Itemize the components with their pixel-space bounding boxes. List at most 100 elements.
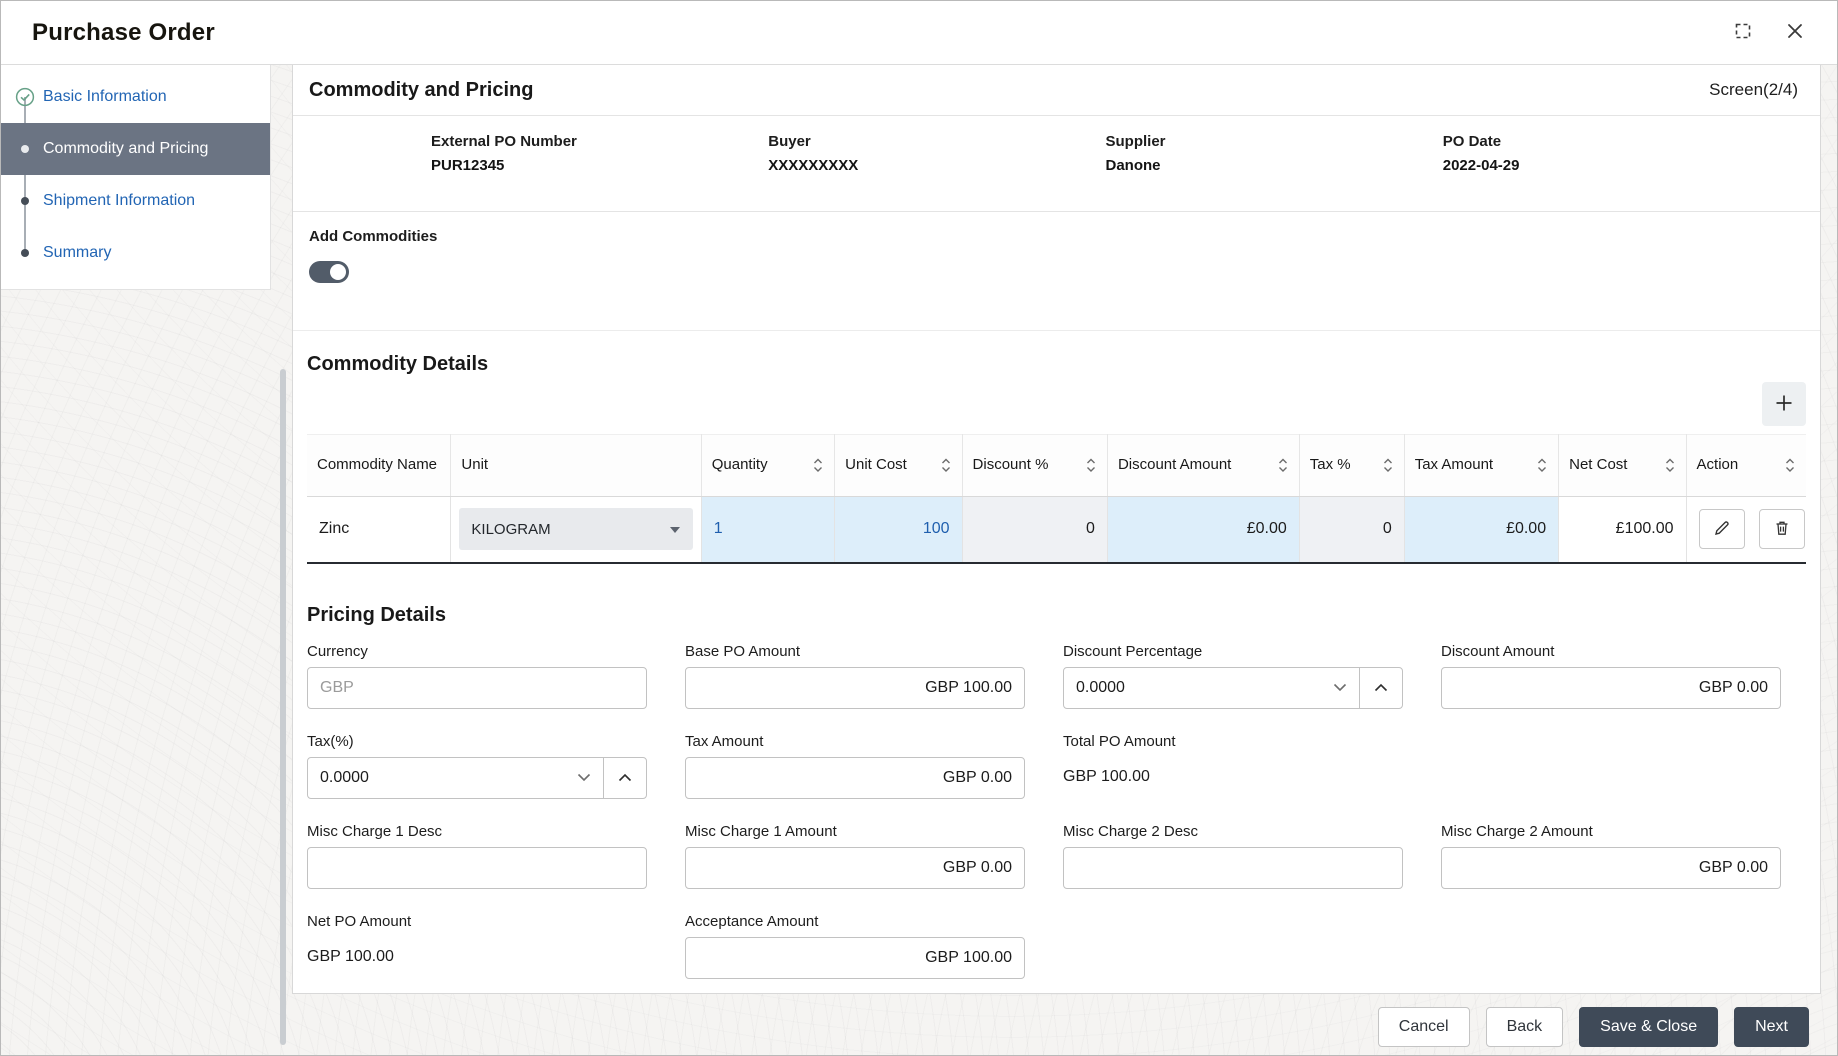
column-header-commodity-name: Commodity Name	[307, 435, 451, 497]
add-commodity-button[interactable]	[1762, 382, 1806, 426]
field-value: Danone	[1106, 157, 1443, 174]
field-label: Misc Charge 2 Amount	[1441, 823, 1781, 840]
misc-charge-2-desc-input[interactable]	[1063, 847, 1403, 889]
sort-icon[interactable]	[940, 456, 952, 475]
tax-pct-combobox[interactable]: 0.0000	[307, 757, 647, 799]
field-value: 2022-04-29	[1443, 157, 1780, 174]
sort-icon[interactable]	[1784, 456, 1796, 475]
toggle-knob	[330, 264, 346, 280]
step-shipment-information[interactable]: Shipment Information	[1, 175, 270, 227]
step-label: Summary	[43, 244, 111, 262]
maximize-icon	[1733, 21, 1753, 44]
column-header-discount-amount[interactable]: Discount Amount	[1107, 435, 1299, 497]
cell-tax-pct[interactable]: 0	[1299, 497, 1404, 563]
field-label: PO Date	[1443, 133, 1780, 150]
currency-input[interactable]	[307, 667, 647, 709]
field-label: Misc Charge 2 Desc	[1063, 823, 1403, 840]
table-toolbar	[307, 382, 1806, 426]
po-summary-field: PO Date 2022-04-29	[1443, 133, 1780, 211]
add-commodities-toggle[interactable]	[309, 261, 349, 283]
net-po-amount-field: Net PO Amount GBP 100.00	[307, 913, 647, 979]
net-po-amount-value: GBP 100.00	[307, 937, 647, 966]
base-po-amount-input[interactable]	[685, 667, 1025, 709]
column-header-tax-pct[interactable]: Tax %	[1299, 435, 1404, 497]
po-summary-field: Supplier Danone	[1106, 133, 1443, 211]
column-header-discount-pct[interactable]: Discount %	[962, 435, 1107, 497]
step-commodity-and-pricing[interactable]: Commodity and Pricing	[1, 123, 270, 175]
pencil-icon	[1713, 519, 1731, 540]
back-button[interactable]: Back	[1486, 1007, 1564, 1047]
column-header-unit-cost[interactable]: Unit Cost	[835, 435, 962, 497]
misc-charge-1-desc-field: Misc Charge 1 Desc	[307, 823, 647, 889]
screen-indicator: Screen(2/4)	[1709, 80, 1798, 100]
base-po-amount-field: Base PO Amount	[685, 643, 1025, 709]
sort-icon[interactable]	[812, 456, 824, 475]
discount-amount-field: Discount Amount	[1441, 643, 1781, 709]
misc-charge-1-amount-field: Misc Charge 1 Amount	[685, 823, 1025, 889]
step-label: Basic Information	[43, 88, 167, 106]
field-label: Currency	[307, 643, 647, 660]
sort-icon[interactable]	[1085, 456, 1097, 475]
next-button[interactable]: Next	[1734, 1007, 1809, 1047]
close-button[interactable]	[1783, 19, 1807, 46]
commodity-details-title: Commodity Details	[307, 353, 1806, 376]
field-label: Base PO Amount	[685, 643, 1025, 660]
misc-charge-1-desc-input[interactable]	[307, 847, 647, 889]
discount-amount-input[interactable]	[1441, 667, 1781, 709]
field-label: Misc Charge 1 Desc	[307, 823, 647, 840]
misc-charge-2-amount-input[interactable]	[1441, 847, 1781, 889]
delete-row-button[interactable]	[1759, 509, 1805, 549]
cell-quantity[interactable]: 1	[701, 497, 834, 563]
chevron-down-icon[interactable]	[577, 773, 591, 782]
column-header-tax-amount[interactable]: Tax Amount	[1404, 435, 1558, 497]
sort-icon[interactable]	[1536, 456, 1548, 475]
total-po-amount-value: GBP 100.00	[1063, 757, 1403, 786]
tax-amount-field: Tax Amount	[685, 733, 1025, 799]
field-label: Total PO Amount	[1063, 733, 1403, 750]
chevron-up-icon[interactable]	[604, 758, 646, 798]
close-icon	[1785, 21, 1805, 44]
sort-icon[interactable]	[1277, 456, 1289, 475]
column-header-action[interactable]: Action	[1686, 435, 1806, 497]
plus-icon	[1773, 392, 1795, 417]
section-header: Commodity and Pricing Screen(2/4)	[293, 65, 1820, 116]
field-label: Tax(%)	[307, 733, 647, 750]
currency-field: Currency	[307, 643, 647, 709]
save-close-button[interactable]: Save & Close	[1579, 1007, 1718, 1047]
column-header-net-cost[interactable]: Net Cost	[1559, 435, 1686, 497]
commodity-table: Commodity Name Unit Quantity Unit Cost	[307, 434, 1806, 564]
sort-icon[interactable]	[1664, 456, 1676, 475]
step-summary[interactable]: Summary	[1, 227, 270, 279]
chevron-up-icon[interactable]	[1360, 668, 1402, 708]
step-label: Commodity and Pricing	[43, 140, 208, 158]
check-circle-icon	[15, 87, 35, 107]
po-summary-field: External PO Number PUR12345	[431, 133, 768, 211]
column-header-quantity[interactable]: Quantity	[701, 435, 834, 497]
step-dot-icon	[21, 145, 29, 153]
tax-amount-input[interactable]	[685, 757, 1025, 799]
step-dot-icon	[21, 197, 29, 205]
maximize-button[interactable]	[1731, 19, 1755, 46]
acceptance-amount-input[interactable]	[685, 937, 1025, 979]
cell-tax-amount[interactable]: £0.00	[1404, 497, 1558, 563]
field-label: Tax Amount	[685, 733, 1025, 750]
step-basic-information[interactable]: Basic Information	[1, 71, 270, 123]
section-title: Commodity and Pricing	[309, 79, 533, 102]
step-label: Shipment Information	[43, 192, 195, 210]
cancel-button[interactable]: Cancel	[1378, 1007, 1470, 1047]
add-commodities-section: Add Commodities	[293, 212, 1820, 331]
cell-unit-cost[interactable]: 100	[835, 497, 962, 563]
sort-icon[interactable]	[1382, 456, 1394, 475]
vertical-scrollbar[interactable]	[280, 369, 286, 1045]
edit-row-button[interactable]	[1699, 509, 1745, 549]
unit-select[interactable]: KILOGRAM	[459, 508, 692, 550]
chevron-down-icon[interactable]	[1333, 683, 1347, 692]
discount-percentage-combobox[interactable]: 0.0000	[1063, 667, 1403, 709]
misc-charge-1-amount-input[interactable]	[685, 847, 1025, 889]
pricing-grid: Currency Base PO Amount Discount Percent…	[307, 643, 1806, 979]
cell-discount-pct[interactable]: 0	[962, 497, 1107, 563]
misc-charge-2-amount-field: Misc Charge 2 Amount	[1441, 823, 1781, 889]
cell-discount-amount[interactable]: £0.00	[1107, 497, 1299, 563]
step-dot-icon	[21, 249, 29, 257]
field-label: Net PO Amount	[307, 913, 647, 930]
